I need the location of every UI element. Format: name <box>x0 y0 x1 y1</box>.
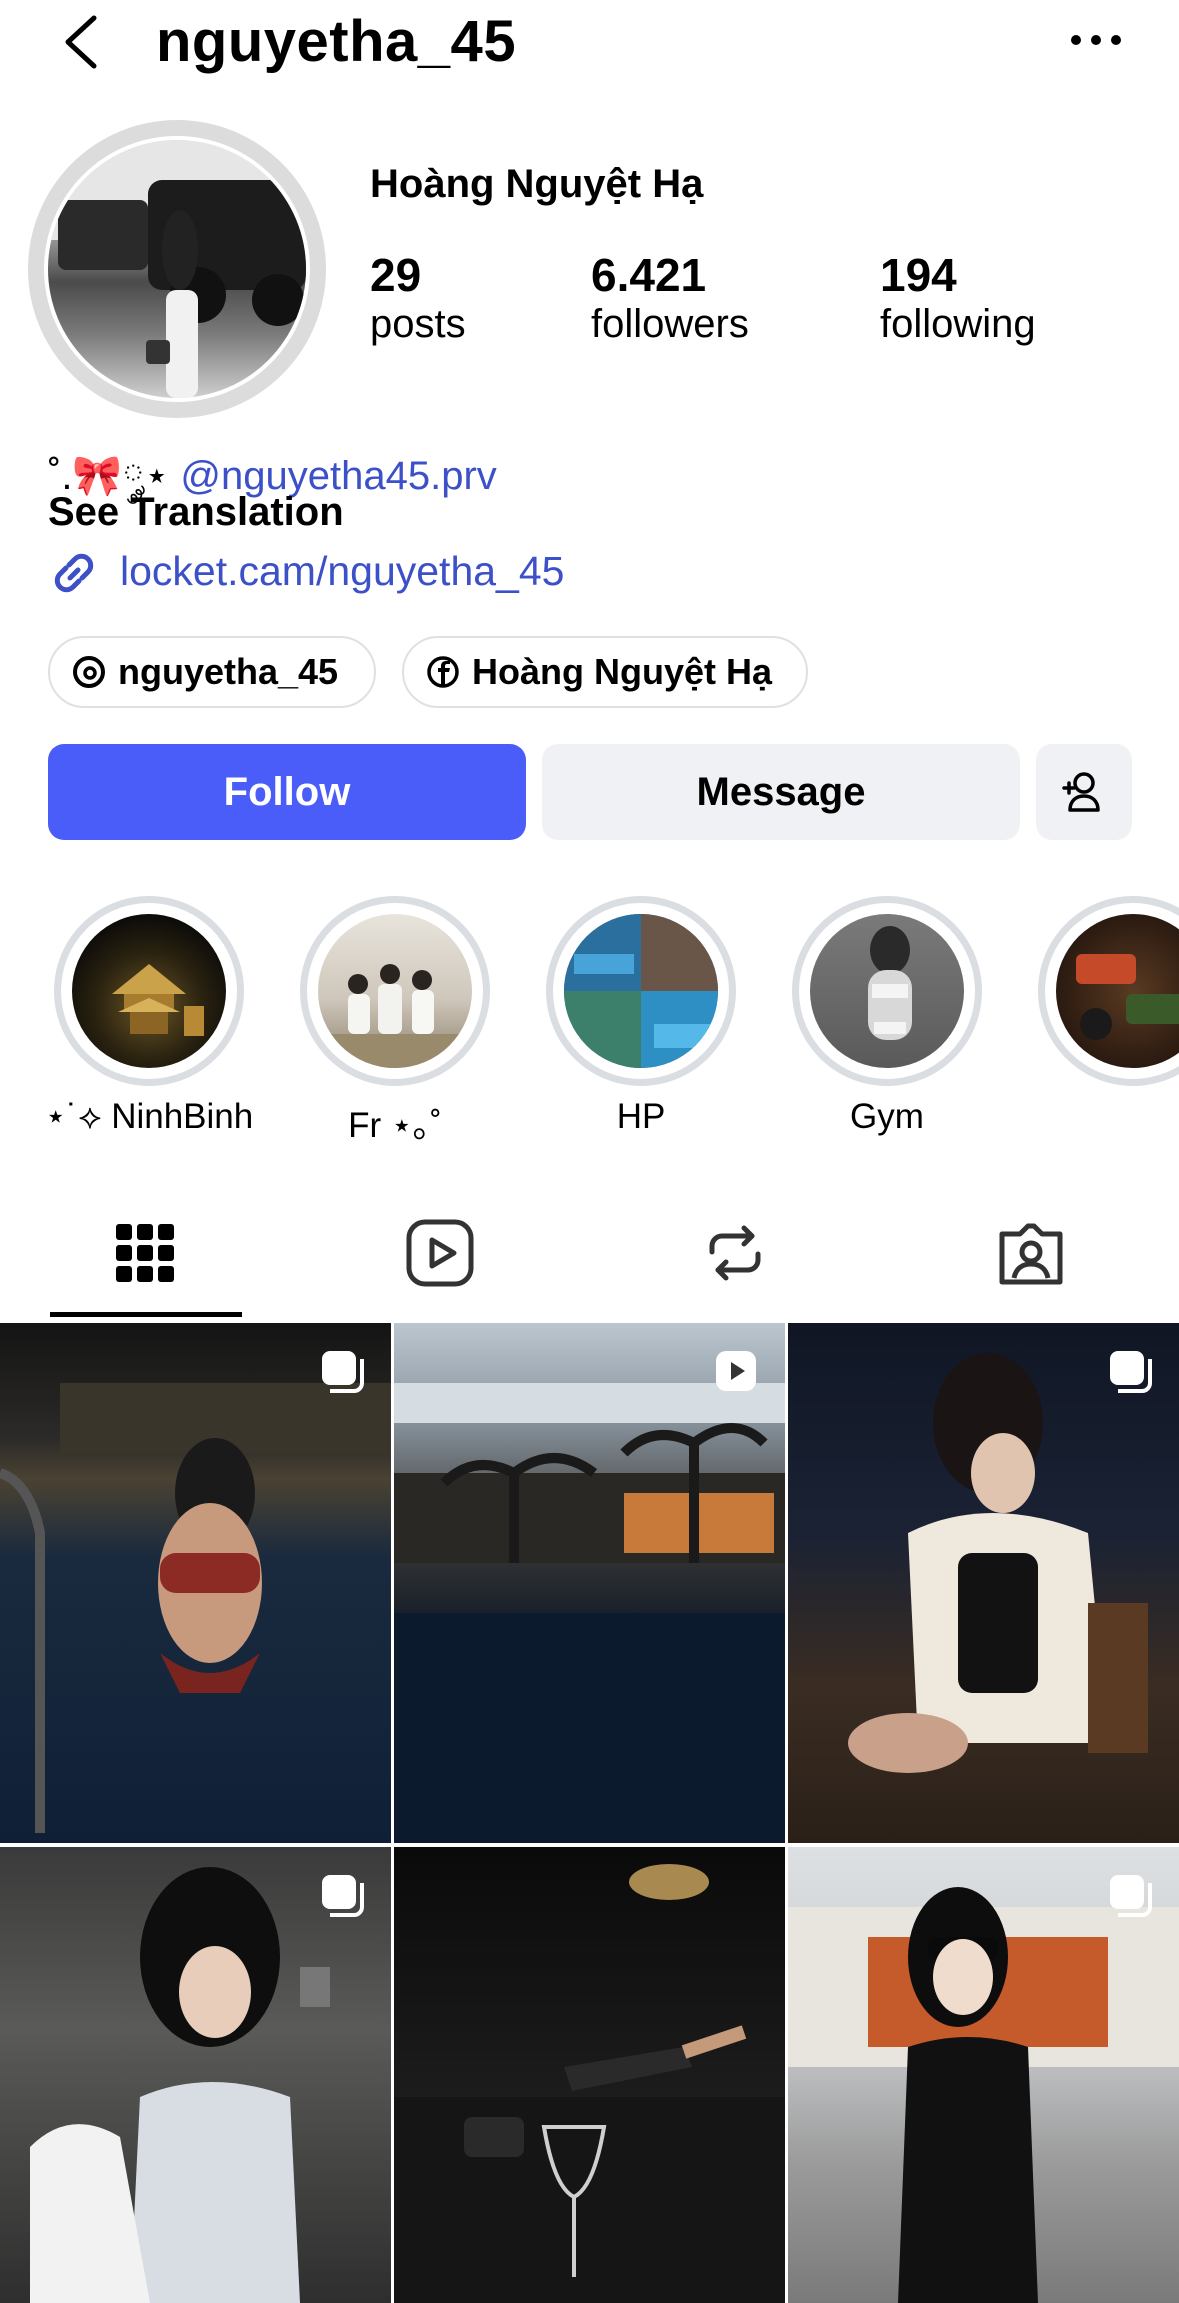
profile-username-title: nguyetha_45 <box>156 9 517 74</box>
avatar[interactable] <box>48 140 306 398</box>
add-user-icon <box>1062 772 1100 812</box>
posts-count: 29 <box>370 249 422 301</box>
highlight-label: ⋆˙⟡ NinhBinh <box>44 1097 254 1136</box>
reels-icon[interactable] <box>405 1218 475 1288</box>
reel-icon <box>716 1351 756 1391</box>
threads-icon <box>73 656 105 688</box>
suggest-users-button[interactable] <box>1036 744 1132 840</box>
carousel-icon <box>322 1351 364 1393</box>
link-icon <box>54 553 94 593</box>
grid-post[interactable] <box>788 1847 1179 2303</box>
highlight-hp[interactable] <box>546 896 736 1086</box>
follow-button[interactable]: Follow <box>48 744 526 840</box>
threads-chip-label: nguyetha_45 <box>118 651 339 692</box>
grid-post[interactable] <box>788 1323 1179 1843</box>
active-tab-indicator <box>50 1312 242 1317</box>
display-name: Hoàng Nguyệt Hạ <box>370 162 704 206</box>
highlight-food[interactable] <box>1038 896 1179 1086</box>
see-translation-link[interactable]: See Translation <box>48 490 344 535</box>
grid-post[interactable] <box>0 1847 391 2303</box>
highlight-fr[interactable] <box>300 896 490 1086</box>
grid-post[interactable] <box>394 1847 785 2303</box>
following-count[interactable]: 194 <box>880 248 957 302</box>
reposts-icon[interactable] <box>700 1218 770 1288</box>
grid-post[interactable] <box>0 1323 391 1843</box>
carousel-icon <box>322 1875 364 1917</box>
message-button[interactable]: Message <box>542 744 1020 840</box>
highlight-gym[interactable] <box>792 896 982 1086</box>
grid-icon[interactable] <box>110 1218 180 1288</box>
grid-post[interactable] <box>394 1323 785 1843</box>
followers-label[interactable]: followers <box>591 302 749 347</box>
carousel-icon <box>1110 1351 1152 1393</box>
highlight-ninhbinh[interactable] <box>54 896 244 1086</box>
more-options-icon[interactable] <box>1066 28 1126 52</box>
highlight-label: Fr ⋆｡˚ <box>348 1106 442 1145</box>
tagged-icon[interactable] <box>996 1218 1066 1288</box>
facebook-icon <box>427 656 459 688</box>
back-arrow-icon[interactable] <box>58 14 104 70</box>
threads-chip[interactable]: nguyetha_45 <box>48 636 376 708</box>
facebook-chip[interactable]: Hoàng Nguyệt Hạ <box>402 636 808 708</box>
following-label[interactable]: following <box>880 302 1036 347</box>
facebook-chip-label: Hoàng Nguyệt Hạ <box>472 651 773 692</box>
followers-count[interactable]: 6.421 <box>591 248 706 302</box>
posts-label: posts <box>370 302 466 346</box>
bio-external-link[interactable]: locket.cam/nguyetha_45 <box>120 548 564 595</box>
highlight-label: HP <box>616 1097 666 1136</box>
carousel-icon <box>1110 1875 1152 1917</box>
highlight-label: Gym <box>850 1097 924 1136</box>
